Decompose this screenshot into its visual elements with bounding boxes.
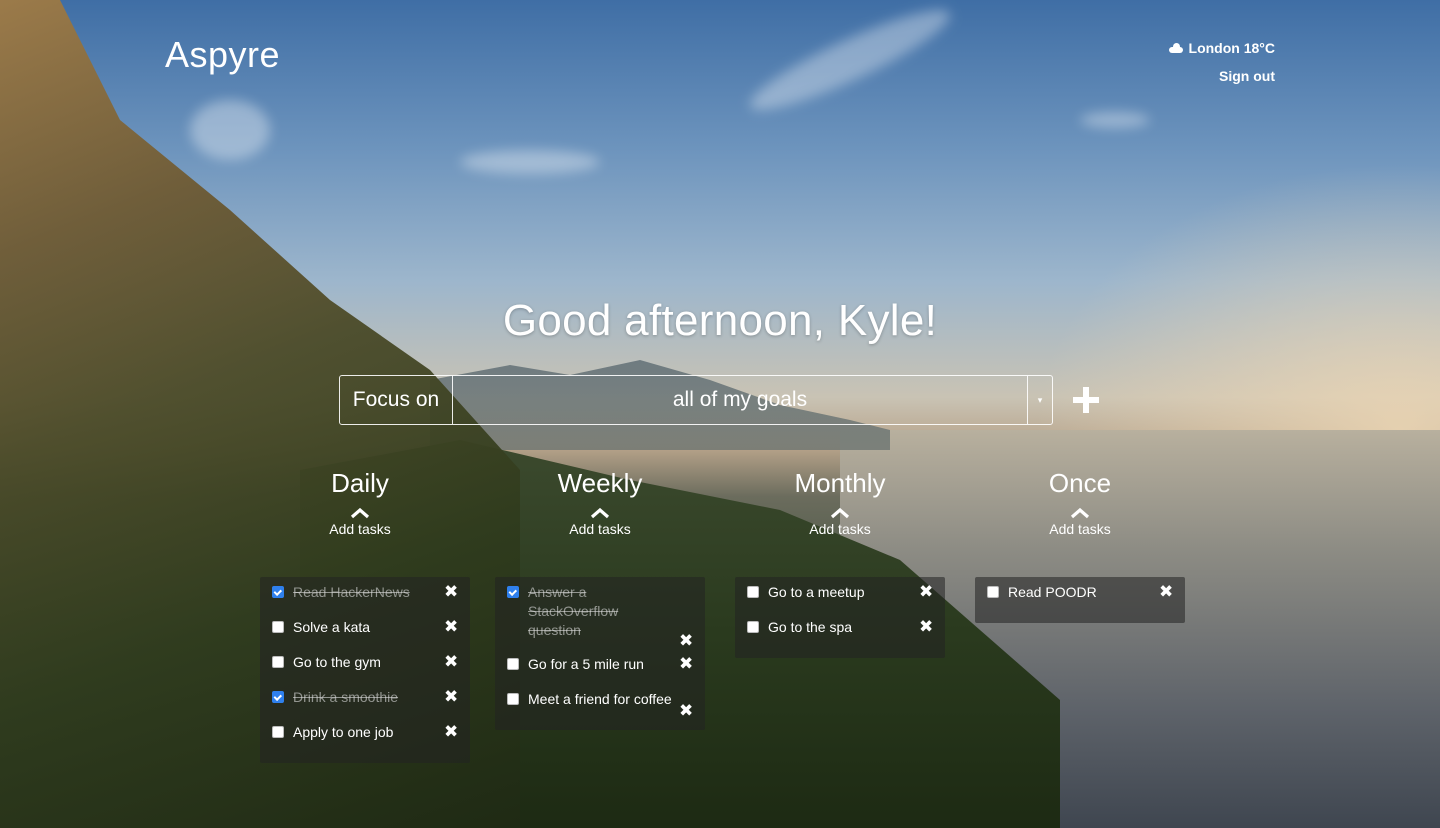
focus-selector: Focus on all of my goals ▾ xyxy=(339,375,1053,425)
column-title: Once xyxy=(1048,468,1112,498)
task-item: Read HackerNews ✖ xyxy=(260,583,470,613)
task-checkbox[interactable] xyxy=(272,691,284,703)
cloud-icon xyxy=(1168,43,1183,53)
delete-icon[interactable]: ✖ xyxy=(444,653,458,670)
task-checkbox[interactable] xyxy=(272,656,284,668)
column-weekly-header: Weekly Add tasks xyxy=(500,468,700,537)
task-checkbox[interactable] xyxy=(987,586,999,598)
chevron-up-icon[interactable] xyxy=(830,507,850,519)
task-list-daily: Read HackerNews ✖ Solve a kata ✖ Go to t… xyxy=(260,577,470,763)
weather-widget: London 18°C xyxy=(1168,40,1275,56)
delete-icon[interactable]: ✖ xyxy=(679,655,693,672)
task-list-weekly: Answer a StackOverflow question ✖ Go for… xyxy=(495,577,705,730)
delete-icon[interactable]: ✖ xyxy=(919,618,933,635)
delete-icon[interactable]: ✖ xyxy=(679,702,693,719)
focus-dropdown[interactable]: all of my goals xyxy=(453,376,1027,424)
add-tasks-button[interactable]: Add tasks xyxy=(740,521,940,537)
add-tasks-button[interactable]: Add tasks xyxy=(500,521,700,537)
background-cloud xyxy=(190,100,270,160)
weather-text: London 18°C xyxy=(1188,40,1275,56)
sign-out-link[interactable]: Sign out xyxy=(1169,68,1275,84)
delete-icon[interactable]: ✖ xyxy=(1159,583,1173,600)
background-cloud xyxy=(1080,112,1150,128)
task-checkbox[interactable] xyxy=(507,693,519,705)
column-title: Daily xyxy=(331,468,389,498)
delete-icon[interactable]: ✖ xyxy=(919,583,933,600)
task-text: Go to the spa xyxy=(768,619,853,635)
column-monthly-header: Monthly Add tasks xyxy=(740,468,940,537)
task-checkbox[interactable] xyxy=(747,586,759,598)
task-item: Apply to one job ✖ xyxy=(260,723,470,753)
task-text: Go for a 5 mile run xyxy=(528,656,644,672)
delete-icon[interactable]: ✖ xyxy=(444,618,458,635)
task-item: Meet a friend for coffee ✖ xyxy=(495,690,705,720)
task-item: Go to the spa ✖ xyxy=(735,618,945,648)
task-item: Answer a StackOverflow question ✖ xyxy=(495,583,705,650)
chevron-up-icon[interactable] xyxy=(590,507,610,519)
task-text: Read POODR xyxy=(1008,584,1097,600)
background-cloud xyxy=(460,150,600,174)
task-checkbox[interactable] xyxy=(747,621,759,633)
delete-icon[interactable]: ✖ xyxy=(444,583,458,600)
task-text: Apply to one job xyxy=(293,724,394,740)
add-tasks-button[interactable]: Add tasks xyxy=(260,521,460,537)
task-text: Meet a friend for coffee xyxy=(528,691,672,707)
delete-icon[interactable]: ✖ xyxy=(444,723,458,740)
task-list-once: Read POODR ✖ xyxy=(975,577,1185,623)
background-cloud xyxy=(741,0,959,125)
app-logo[interactable]: Aspyre xyxy=(165,34,280,76)
task-list-monthly: Go to a meetup ✖ Go to the spa ✖ xyxy=(735,577,945,658)
chevron-down-icon[interactable]: ▾ xyxy=(1027,376,1052,424)
delete-icon[interactable]: ✖ xyxy=(444,688,458,705)
header-right: London 18°C Sign out xyxy=(1168,40,1275,84)
task-item: Go to the gym ✖ xyxy=(260,653,470,683)
column-title: Weekly xyxy=(557,468,643,498)
task-checkbox[interactable] xyxy=(507,658,519,670)
plus-icon xyxy=(1073,387,1099,413)
task-text: Solve a kata xyxy=(293,619,371,635)
add-tasks-button[interactable]: Add tasks xyxy=(980,521,1180,537)
task-checkbox[interactable] xyxy=(272,621,284,633)
chevron-up-icon[interactable] xyxy=(350,507,370,519)
column-once-header: Once Add tasks xyxy=(980,468,1180,537)
column-title: Monthly xyxy=(794,468,886,498)
task-item: Go for a 5 mile run ✖ xyxy=(495,655,705,685)
task-item: Drink a smoothie ✖ xyxy=(260,688,470,718)
greeting-heading: Good afternoon, Kyle! xyxy=(502,296,938,345)
add-goal-button[interactable] xyxy=(1070,384,1102,416)
task-item: Solve a kata ✖ xyxy=(260,618,470,648)
task-checkbox[interactable] xyxy=(272,726,284,738)
task-item: Go to a meetup ✖ xyxy=(735,583,945,613)
task-text: Go to the gym xyxy=(293,654,381,670)
delete-icon[interactable]: ✖ xyxy=(679,632,693,649)
task-text: Answer a StackOverflow question xyxy=(528,584,619,638)
task-checkbox[interactable] xyxy=(507,586,519,598)
focus-label: Focus on xyxy=(340,376,453,424)
chevron-up-icon[interactable] xyxy=(1070,507,1090,519)
task-text: Drink a smoothie xyxy=(293,689,399,705)
task-checkbox[interactable] xyxy=(272,586,284,598)
task-item: Read POODR ✖ xyxy=(975,583,1185,613)
task-text: Go to a meetup xyxy=(768,584,865,600)
column-daily-header: Daily Add tasks xyxy=(260,468,460,537)
task-text: Read HackerNews xyxy=(293,584,410,600)
